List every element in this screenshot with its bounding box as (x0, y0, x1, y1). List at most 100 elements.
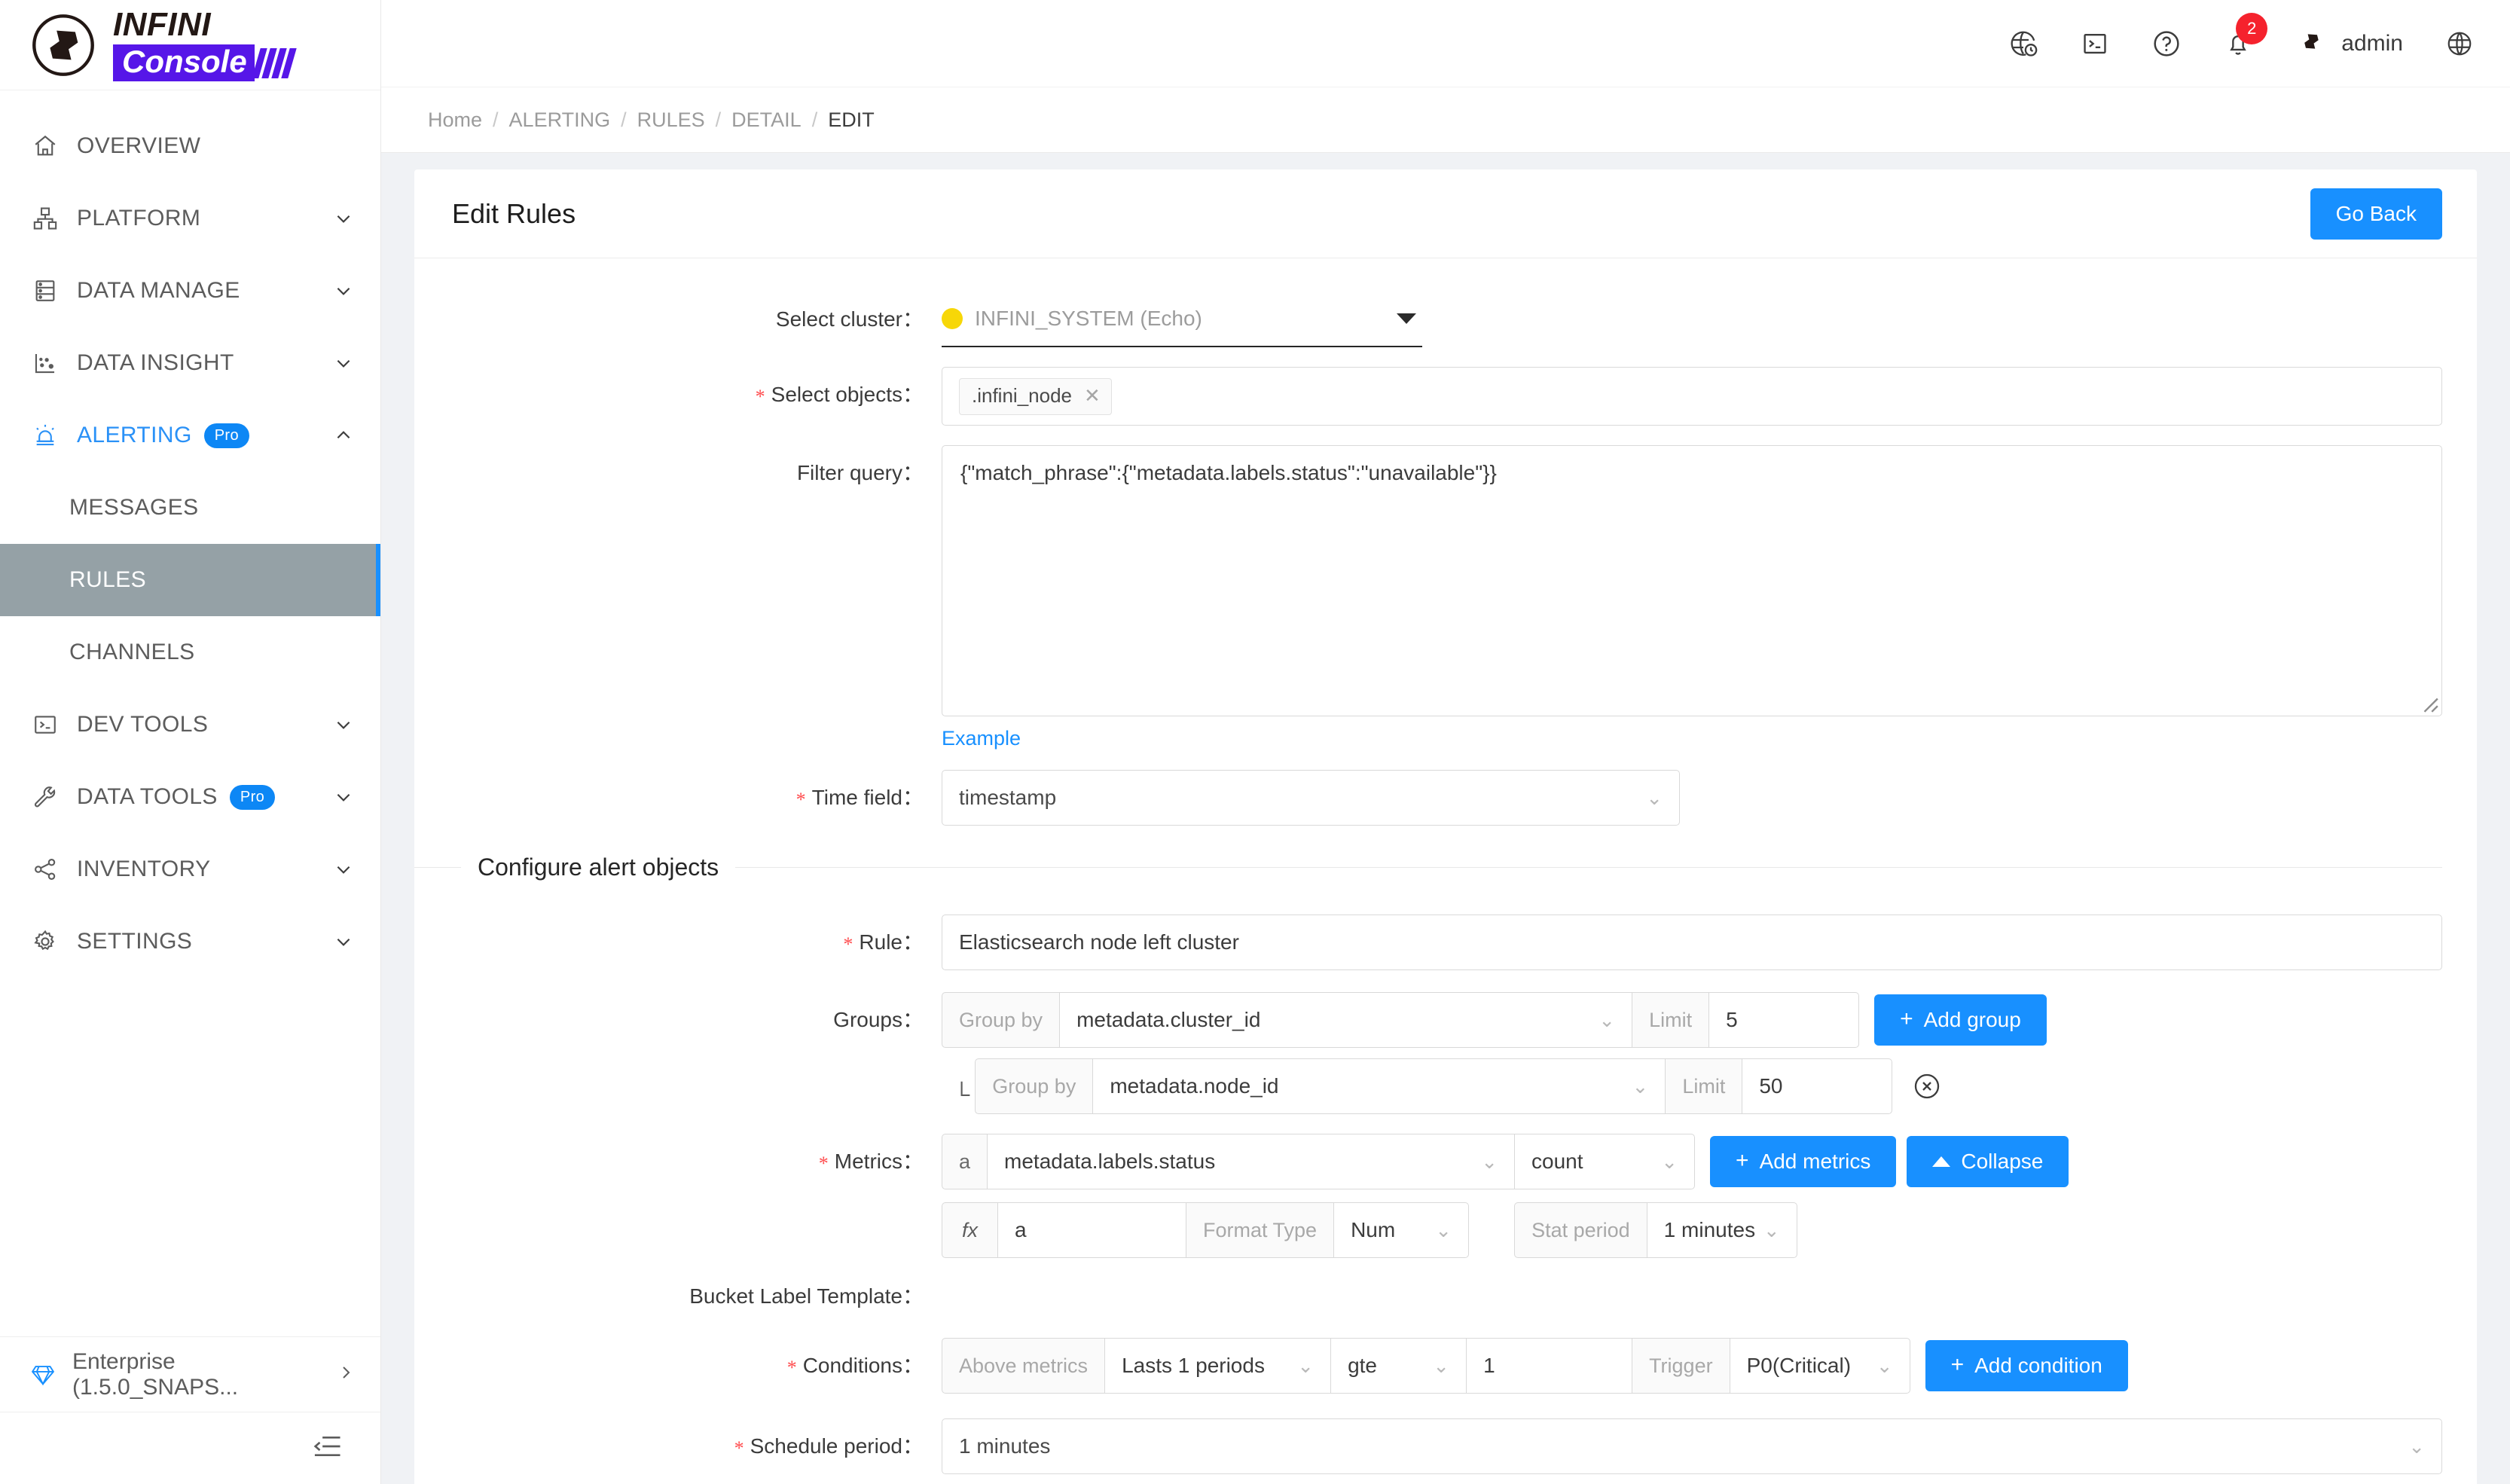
go-back-button[interactable]: Go Back (2310, 188, 2442, 240)
breadcrumb-item-home[interactable]: Home (428, 108, 482, 132)
label-text: Metrics： (834, 1150, 924, 1174)
group-field-select[interactable]: metadata.cluster_id ⌄ (1059, 992, 1632, 1049)
select-cluster-dropdown[interactable]: INFINI_SYSTEM (Echo) (942, 292, 1422, 348)
sidebar-item-overview[interactable]: OVERVIEW (0, 110, 380, 182)
row-filter-query: Filter query： {"match_phrase":{"metadata… (414, 445, 2442, 750)
wrench-icon (30, 784, 60, 810)
app-logo[interactable]: INFINI Console (0, 0, 380, 90)
stat-period-value: 1 minutes (1663, 1218, 1756, 1242)
required-marker: * (755, 386, 765, 408)
sidebar-subitem-label: CHANNELS (69, 640, 195, 664)
chevron-down-icon[interactable] (332, 353, 355, 373)
sidebar-item-dev-tools[interactable]: DEV TOOLS (0, 689, 380, 761)
chevron-up-icon[interactable] (332, 426, 355, 445)
selected-cluster-name: INFINI_SYSTEM (Echo) (975, 307, 1202, 331)
time-field-select[interactable]: timestamp ⌄ (942, 770, 1680, 826)
group-row-2: └ Group by metadata.node_id ⌄ Limit 50 (942, 1058, 2442, 1115)
stat-period-select[interactable]: 1 minutes ⌄ (1646, 1202, 1797, 1259)
bell-icon[interactable]: 2 (2224, 12, 2268, 58)
sidebar-item-platform[interactable]: PLATFORM (0, 182, 380, 255)
example-link[interactable]: Example (942, 727, 1021, 750)
chevron-down-icon[interactable] (332, 715, 355, 734)
close-icon[interactable]: ✕ (1084, 384, 1101, 408)
sidebar-item-settings[interactable]: SETTINGS (0, 905, 380, 978)
group-limit-input[interactable]: 50 (1742, 1058, 1893, 1115)
format-type-select[interactable]: Num ⌄ (1333, 1202, 1470, 1259)
license-info[interactable]: Enterprise (1.5.0_SNAPS... (0, 1336, 380, 1412)
cluster-status-dot (942, 308, 963, 330)
group-field-value: metadata.cluster_id (1076, 1008, 1261, 1032)
chevron-down-icon[interactable] (332, 932, 355, 951)
sidebar-item-rules[interactable]: RULES (0, 544, 380, 616)
resize-handle-icon[interactable] (2420, 694, 2439, 713)
schedule-period-value: 1 minutes (959, 1434, 1051, 1458)
row-metrics-formula: fx a Format Type Num ⌄ Stat period 1 min… (414, 1202, 2442, 1259)
breadcrumb-item-alerting[interactable]: ALERTING (509, 108, 611, 132)
collapse-metrics-button[interactable]: Collapse (1907, 1136, 2069, 1188)
database-icon (30, 278, 60, 304)
sidebar-item-inventory[interactable]: INVENTORY (0, 833, 380, 905)
condition-threshold-input[interactable]: 1 (1466, 1338, 1632, 1394)
sidebar-item-data-manage[interactable]: DATA MANAGE (0, 255, 380, 327)
chevron-down-icon[interactable] (332, 860, 355, 879)
schedule-period-select[interactable]: 1 minutes ⌄ (942, 1418, 2442, 1475)
share-icon (30, 857, 60, 882)
chevron-right-icon[interactable] (337, 1362, 355, 1388)
sidebar-item-channels[interactable]: CHANNELS (0, 616, 380, 689)
trigger-addon: Trigger (1632, 1338, 1730, 1394)
schedule-period-label: * Schedule period： (414, 1418, 942, 1476)
condition-priority-select[interactable]: P0(Critical) ⌄ (1729, 1338, 1910, 1394)
metric-formula-row: fx a Format Type Num ⌄ Stat period 1 min… (942, 1202, 2442, 1259)
metric-field-select[interactable]: metadata.labels.status ⌄ (987, 1134, 1515, 1190)
user-menu[interactable]: admin (2295, 25, 2403, 62)
breadcrumb-item-rules[interactable]: RULES (637, 108, 705, 132)
remove-group-icon[interactable] (1912, 1071, 1942, 1101)
row-groups: Groups： Group by metadata.cluster_id ⌄ L… (414, 992, 2442, 1049)
sidebar-item-data-insight[interactable]: DATA INSIGHT (0, 327, 380, 399)
sidebar-item-text: DATA TOOLS (77, 783, 218, 809)
add-group-button[interactable]: + Add group (1874, 994, 2047, 1046)
sidebar-item-alerting[interactable]: ALERTING Pro (0, 399, 380, 472)
filter-query-textarea[interactable]: {"match_phrase":{"metadata.labels.status… (942, 445, 2442, 717)
condition-operator-select[interactable]: gte ⌄ (1330, 1338, 1467, 1394)
chevron-down-icon[interactable] (332, 281, 355, 301)
sidebar-item-data-tools[interactable]: DATA TOOLS Pro (0, 761, 380, 833)
breadcrumb-separator: / (811, 108, 818, 131)
group-field-value: metadata.node_id (1110, 1074, 1279, 1098)
condition-row: Above metrics Lasts 1 periods ⌄ gte ⌄ 1 … (942, 1338, 2442, 1394)
formula-expression-input[interactable]: a (997, 1202, 1186, 1259)
condition-threshold-value: 1 (1483, 1354, 1495, 1378)
metric-agg-value: count (1531, 1150, 1583, 1174)
breadcrumb-item-detail[interactable]: DETAIL (731, 108, 802, 132)
select-objects-input[interactable]: ​.infini_node ✕ (942, 367, 2442, 426)
row-time-field: * Time field： timestamp ⌄ (414, 770, 2442, 828)
language-globe-icon[interactable] (2445, 29, 2474, 58)
add-condition-button[interactable]: + Add condition (1925, 1340, 2128, 1392)
breadcrumb-separator: / (715, 108, 722, 131)
metrics-control: a metadata.labels.status ⌄ count ⌄ + Add… (942, 1134, 2442, 1190)
add-metrics-button[interactable]: + Add metrics (1710, 1136, 1897, 1188)
top-bar: 2 admin (381, 0, 2510, 88)
metric-agg-select[interactable]: count ⌄ (1514, 1134, 1696, 1190)
add-metrics-label: Add metrics (1759, 1150, 1871, 1174)
chevron-down-icon: ⌄ (1646, 786, 1663, 810)
sidebar-subitem-label: MESSAGES (69, 495, 199, 520)
rule-name-input[interactable]: Elasticsearch node left cluster (942, 915, 2442, 971)
chevron-down-icon[interactable] (332, 787, 355, 807)
triangle-up-icon (1932, 1156, 1951, 1168)
group-field-select[interactable]: metadata.node_id ⌄ (1092, 1058, 1666, 1115)
row-metrics: * Metrics： a metadata.labels.status ⌄ cou… (414, 1134, 2442, 1192)
console-icon[interactable] (2081, 29, 2109, 58)
sidebar-item-label: INVENTORY (77, 857, 211, 881)
globe-clock-icon[interactable] (2008, 29, 2038, 59)
sidebar-item-label: DATA TOOLS Pro (77, 784, 332, 811)
collapse-sidebar-icon[interactable] (313, 1434, 341, 1463)
help-icon[interactable] (2151, 29, 2182, 59)
group-limit-input[interactable]: 5 (1708, 992, 1860, 1049)
required-marker: * (818, 1153, 829, 1175)
sidebar-item-messages[interactable]: MESSAGES (0, 472, 380, 544)
notification-count-badge: 2 (2236, 12, 2268, 44)
chevron-down-icon[interactable] (332, 209, 355, 228)
condition-periods-select[interactable]: Lasts 1 periods ⌄ (1104, 1338, 1331, 1394)
breadcrumb-separator: / (493, 108, 499, 131)
